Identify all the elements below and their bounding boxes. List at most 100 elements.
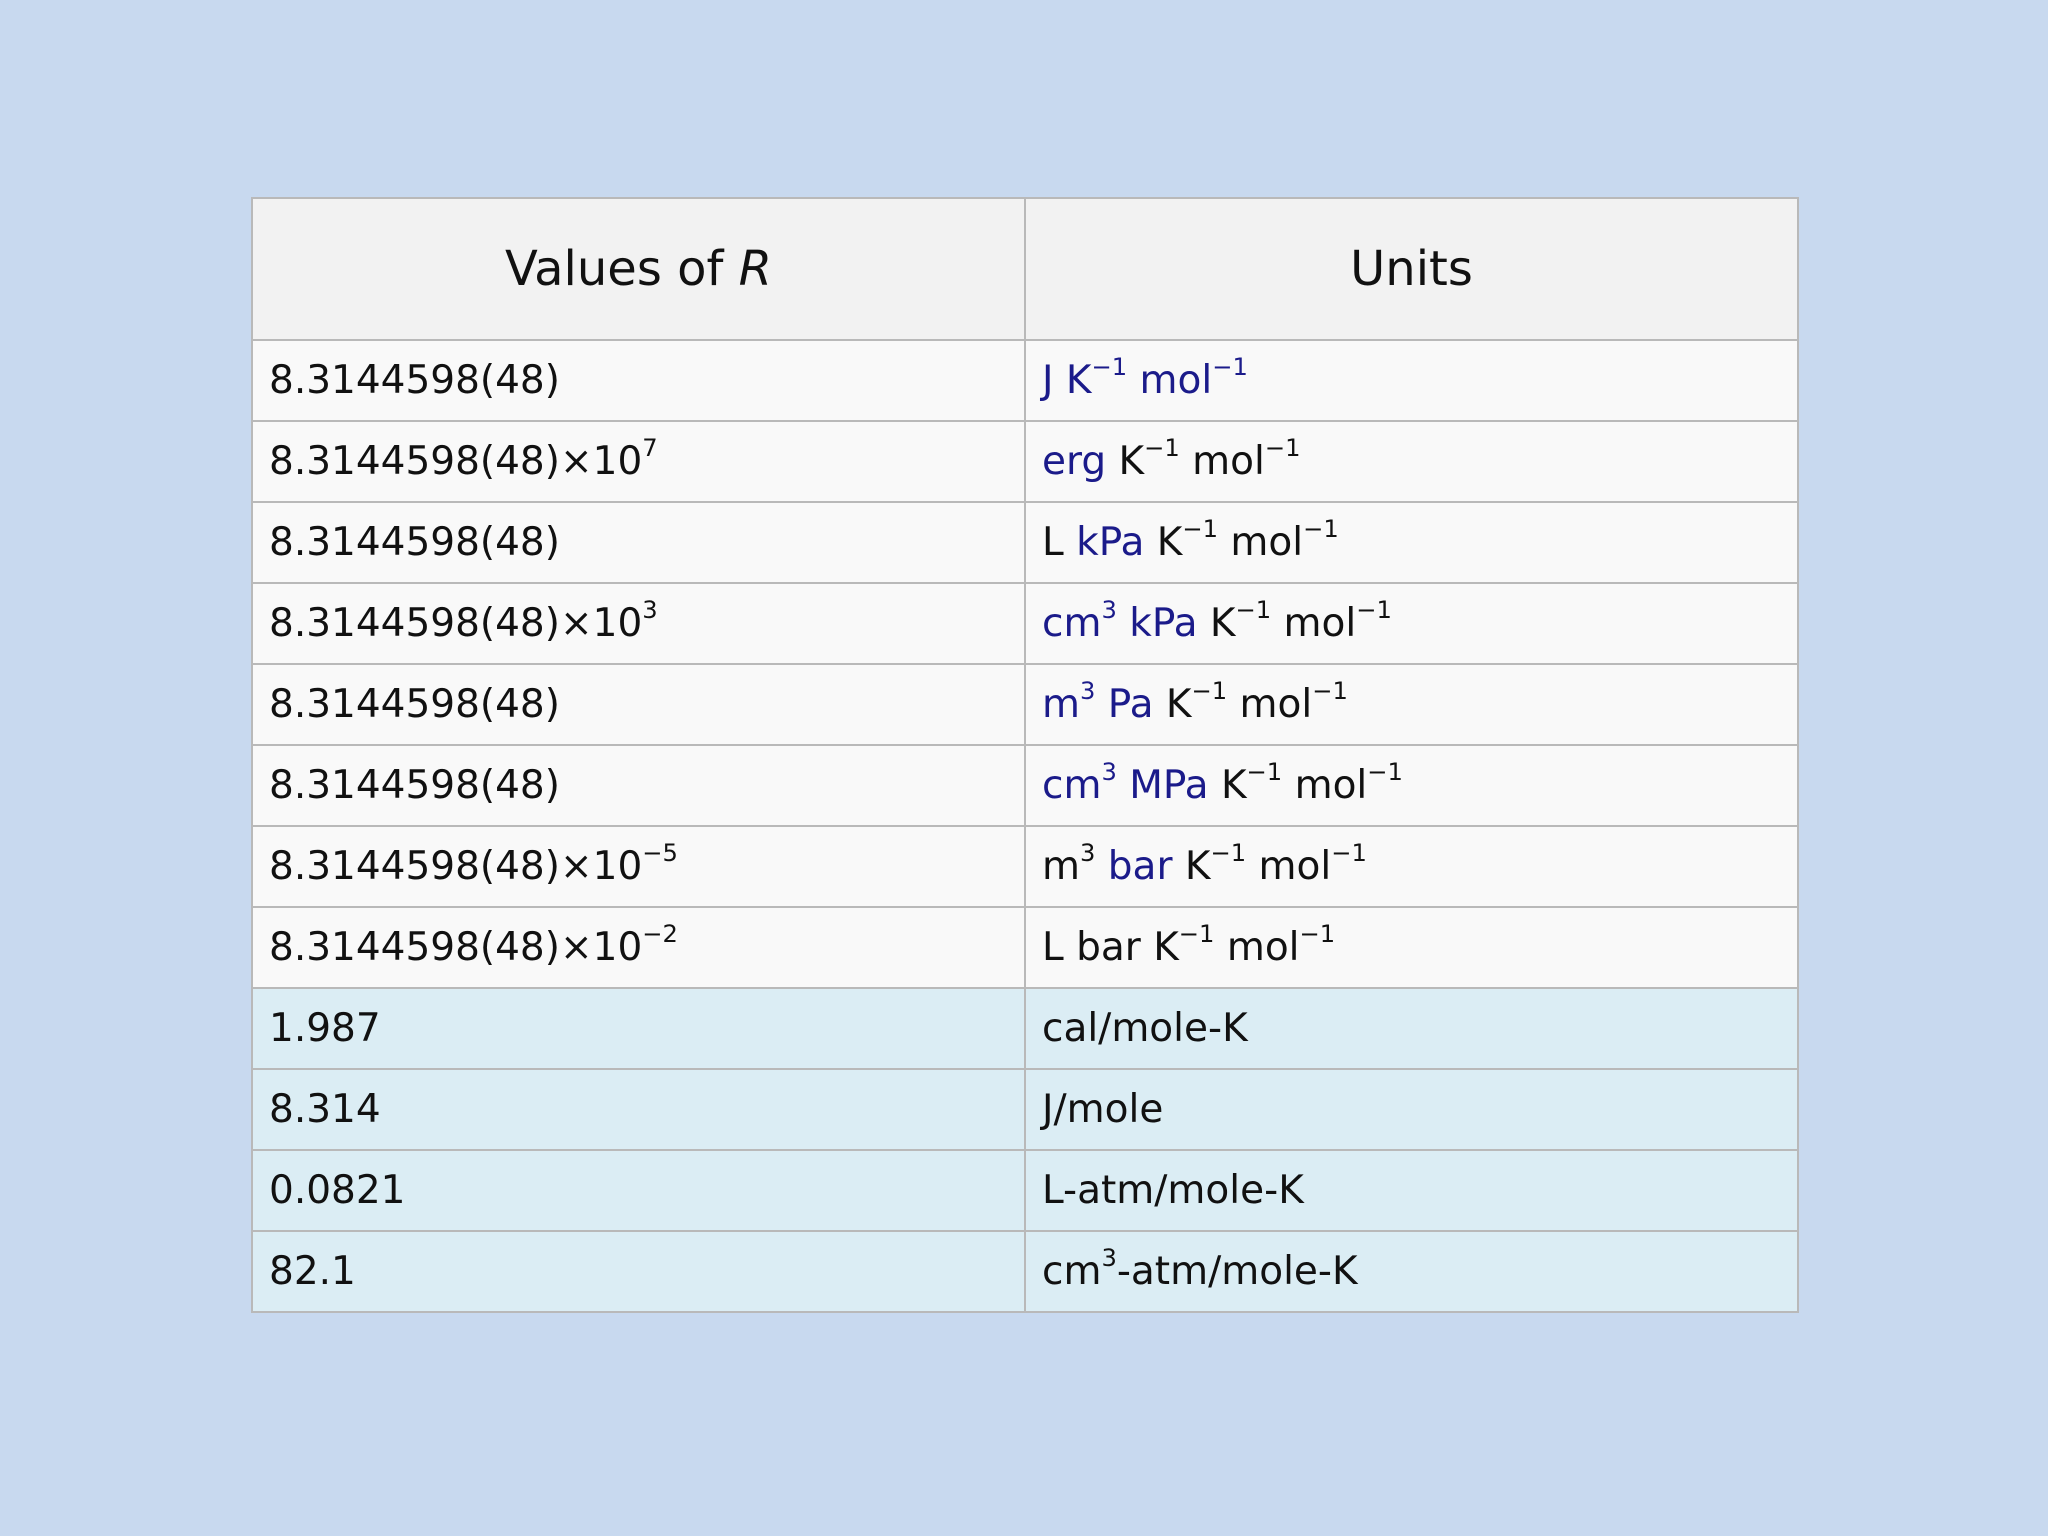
unit-exponent: −1 (1210, 839, 1247, 868)
value-cell: 8.3144598(48) (251, 744, 1026, 827)
value-cell: 1.987 (251, 987, 1026, 1070)
table-row: 8.3144598(48)×107 erg K−1 mol−1 (251, 420, 1799, 503)
unit-segment-text: K (1197, 601, 1236, 646)
value-cell: 8.3144598(48) (251, 663, 1026, 746)
unit-exponent: −1 (1246, 758, 1283, 787)
unit-link[interactable]: mol−1 (1140, 355, 1248, 403)
value-text: 8.3144598(48)×10 (269, 925, 643, 970)
unit-segment-text (1095, 682, 1107, 727)
units-cell: J K−1 mol−1 (1024, 339, 1799, 422)
units-cell: L kPa K−1 mol−1 (1024, 501, 1799, 584)
units-cell: erg K−1 mol−1 (1024, 420, 1799, 503)
value-cell: 8.3144598(48) (251, 339, 1026, 422)
unit-segment-text: kPa (1129, 601, 1198, 646)
table-row: 8.3144598(48) cm3 MPa K−1 mol−1 (251, 744, 1799, 827)
unit-segment-text (1117, 601, 1129, 646)
units-cell: cm3-atm/mole-K (1024, 1230, 1799, 1313)
value-exponent: 3 (642, 596, 658, 625)
unit-text (1117, 763, 1129, 808)
unit-text: mol−1 (1271, 598, 1392, 646)
unit-segment-text: -atm/mole-K (1116, 1249, 1358, 1294)
unit-segment-text: K (1208, 763, 1247, 808)
value-cell: 8.3144598(48)×10−5 (251, 825, 1026, 908)
table-row: 8.314 J/mole (251, 1068, 1799, 1151)
unit-exponent: −1 (1367, 758, 1403, 787)
unit-text: K−1 (1197, 598, 1271, 646)
unit-segment-text: Pa (1107, 682, 1154, 727)
unit-exponent: −1 (1331, 839, 1367, 868)
value-exponent: 7 (642, 434, 658, 463)
unit-text (1127, 358, 1139, 403)
table-row: 8.3144598(48)×10−5 m3 bar K−1 mol−1 (251, 825, 1799, 908)
value-text: 82.1 (269, 1249, 356, 1294)
unit-segment-text: kPa (1076, 520, 1145, 565)
unit-exponent: 3 (1080, 839, 1096, 868)
unit-exponent: −1 (1091, 353, 1128, 382)
unit-link[interactable]: kPa (1076, 520, 1144, 565)
unit-segment-text: mol (1218, 520, 1304, 565)
unit-segment-text: K (1106, 439, 1145, 484)
unit-link[interactable]: Pa (1108, 682, 1154, 727)
value-text: 1.987 (269, 1006, 381, 1051)
unit-exponent: −1 (1356, 596, 1392, 625)
unit-text: K−1 (1208, 760, 1282, 808)
value-cell: 82.1 (251, 1230, 1026, 1313)
unit-exponent: −1 (1182, 515, 1218, 544)
unit-link[interactable]: cm3 (1042, 598, 1117, 646)
unit-text: -atm/mole-K (1117, 1249, 1358, 1294)
units-cell: J/mole (1024, 1068, 1799, 1151)
values-header: Values of R (251, 197, 1026, 341)
value-text: 8.3144598(48)×10 (269, 439, 643, 484)
units-cell: cm3 kPa K−1 mol−1 (1024, 582, 1799, 665)
unit-text (1054, 358, 1066, 403)
value-text: 0.0821 (269, 1168, 406, 1213)
unit-exponent: −1 (1212, 353, 1248, 382)
unit-segment-text: m (1042, 844, 1080, 889)
unit-text: mol−1 (1282, 760, 1403, 808)
unit-segment-text: K (1065, 358, 1092, 403)
unit-segment-text: cm (1042, 601, 1102, 646)
unit-segment-text: mol (1179, 439, 1265, 484)
unit-text: K−1 (1144, 517, 1218, 565)
units-cell: L-atm/mole-K (1024, 1149, 1799, 1232)
unit-exponent: −1 (1303, 515, 1339, 544)
unit-exponent: 3 (1101, 596, 1117, 625)
unit-link[interactable]: m3 (1042, 679, 1095, 727)
slide: Values of R Units 8.3144598(48) J K−1 mol… (0, 0, 2048, 1536)
value-cell: 8.3144598(48) (251, 501, 1026, 584)
unit-link[interactable]: kPa (1129, 601, 1197, 646)
unit-segment-text: mol (1271, 601, 1357, 646)
unit-text: K−1 (1173, 841, 1246, 889)
unit-exponent: −1 (1144, 434, 1180, 463)
unit-segment-text: erg (1042, 439, 1107, 484)
unit-segment-text: cal/mole-K (1042, 1006, 1248, 1051)
unit-segment-text: mol (1227, 682, 1313, 727)
unit-exponent: −1 (1178, 920, 1215, 949)
unit-link[interactable]: MPa (1129, 763, 1208, 808)
values-header-symbol: R (738, 241, 772, 297)
unit-link[interactable]: erg (1042, 439, 1106, 484)
unit-segment-text: L (1042, 520, 1077, 565)
unit-link[interactable]: J (1042, 358, 1054, 403)
unit-segment-text (1117, 763, 1129, 808)
unit-link[interactable]: K−1 (1065, 355, 1127, 403)
value-text: 8.3144598(48) (269, 520, 560, 565)
unit-link[interactable]: bar (1108, 844, 1173, 889)
unit-text: cm3 (1042, 1246, 1117, 1294)
table-row: 8.3144598(48) L kPa K−1 mol−1 (251, 501, 1799, 584)
table-row: 8.3144598(48)×10−2 L bar K−1 mol−1 (251, 906, 1799, 989)
unit-segment-text (1054, 358, 1066, 403)
unit-segment-text: K (1144, 520, 1183, 565)
unit-link[interactable]: cm3 (1042, 760, 1117, 808)
gas-constant-table: Values of R Units 8.3144598(48) J K−1 mol… (251, 197, 1799, 1313)
unit-segment-text: L-atm/mole-K (1042, 1168, 1304, 1213)
table-row: 82.1 cm3-atm/mole-K (251, 1230, 1799, 1313)
unit-text: mol−1 (1214, 922, 1335, 970)
unit-text: L bar K−1 (1042, 922, 1214, 970)
unit-segment-text: K (1153, 682, 1192, 727)
units-cell: m3 Pa K−1 mol−1 (1024, 663, 1799, 746)
units-cell: cal/mole-K (1024, 987, 1799, 1070)
unit-text (1095, 844, 1107, 889)
value-exponent: −2 (642, 920, 678, 949)
value-text: 8.3144598(48)×10 (269, 844, 643, 889)
